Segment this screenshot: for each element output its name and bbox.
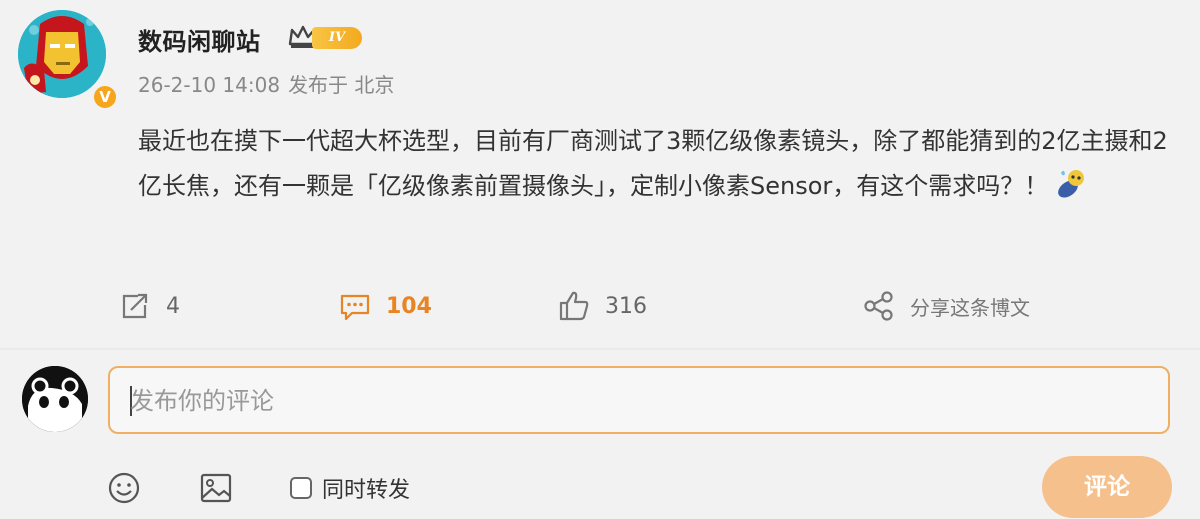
sync-repost-checkbox[interactable] (290, 477, 312, 499)
like-icon (559, 291, 589, 321)
sweat-drop-doge-emoji (1058, 170, 1085, 198)
level-badge[interactable]: IV (312, 27, 362, 49)
post-text: 最近也在摸下一代超大杯选型，目前有厂商测试了3颗亿级像素镜头，除了都能猜到的2亿… (138, 127, 1168, 200)
repost-count: 4 (166, 293, 180, 319)
comment-icon (340, 294, 370, 321)
comment-input[interactable] (128, 382, 1132, 420)
share-label: 分享这条博文 (910, 295, 1030, 320)
post-meta: 26-2-10 14:08 发布于 北京 (138, 69, 394, 98)
emoji-icon[interactable] (106, 470, 142, 506)
comment-count: 104 (386, 293, 432, 319)
comment-button[interactable]: 104 (338, 286, 432, 326)
divider (0, 348, 1200, 350)
post-location: 发布于 北京 (288, 73, 395, 97)
share-post-button[interactable]: 分享这条博文 (862, 286, 1030, 326)
share-icon (864, 291, 893, 321)
sync-repost-label: 同时转发 (322, 478, 411, 503)
repost-icon (122, 293, 148, 319)
like-button[interactable]: 316 (557, 286, 647, 326)
repost-button[interactable]: 4 (118, 286, 180, 326)
current-user-avatar[interactable] (22, 366, 88, 432)
comment-input-box[interactable] (108, 366, 1170, 434)
verified-mark: V (94, 86, 116, 108)
image-icon[interactable] (198, 470, 234, 506)
sync-repost-option[interactable]: 同时转发 (290, 472, 410, 504)
like-count: 316 (605, 293, 647, 319)
verified-badge: V (92, 84, 118, 110)
post-time[interactable]: 26-2-10 14:08 (138, 73, 280, 97)
weibo-post: V 数码闲聊站 IV 26-2-10 14:08 发布于 北京 最近也在摸下一代超… (0, 0, 1200, 519)
author-name[interactable]: 数码闲聊站 (138, 22, 261, 57)
submit-comment-button[interactable]: 评论 (1042, 456, 1172, 518)
post-content: 最近也在摸下一代超大杯选型，目前有厂商测试了3颗亿级像素镜头，除了都能猜到的2亿… (138, 119, 1178, 209)
author-avatar[interactable] (18, 10, 106, 98)
